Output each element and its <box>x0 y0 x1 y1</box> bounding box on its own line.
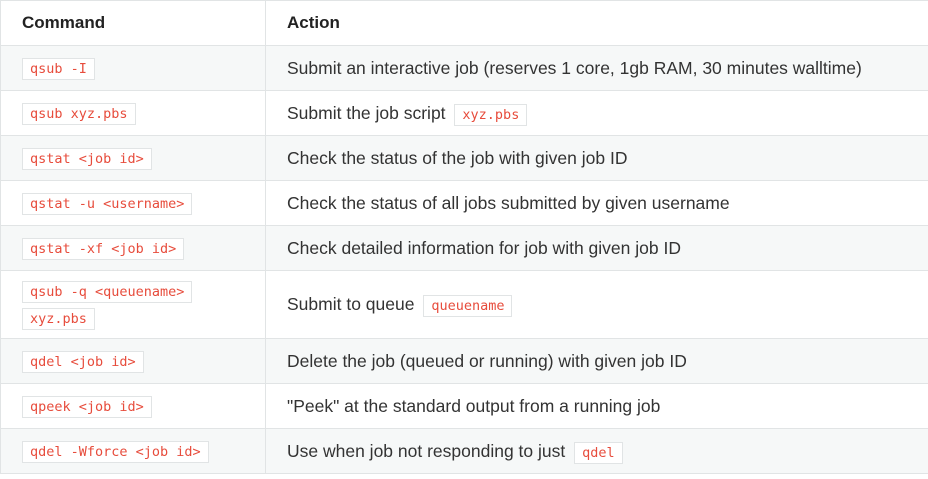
table-row: qsub xyz.pbs Submit the job script xyz.p… <box>0 90 928 136</box>
action-text: Submit to queue <box>287 294 415 314</box>
command-code: qdel -Wforce <job id> <box>22 440 209 463</box>
action-inline-code: queuename <box>423 295 513 317</box>
table-row: qsub -q <queuename> xyz.pbs Submit to que… <box>0 270 928 339</box>
command-cell: qstat -u <username> <box>0 180 266 226</box>
commands-table: Command Action qsub -I Submit an interac… <box>0 0 928 474</box>
action-cell: "Peek" at the standard output from a run… <box>265 383 928 429</box>
command-code: qsub -q <queuename> <box>22 280 193 303</box>
command-code: qstat -xf <job id> <box>22 237 185 260</box>
action-text: Use when job not responding to just <box>287 440 566 461</box>
action-cell: Check the status of all jobs submitted b… <box>265 180 928 226</box>
command-code-continued: xyz.pbs <box>22 307 95 330</box>
command-code: qstat <job id> <box>22 147 152 170</box>
action-cell: Submit the job script xyz.pbs <box>265 90 928 136</box>
column-header-command: Command <box>0 0 266 46</box>
action-cell: Use when job not responding to just qdel <box>265 428 928 474</box>
table-row: qpeek <job id> "Peek" at the standard ou… <box>0 383 928 429</box>
command-code: qpeek <job id> <box>22 395 152 418</box>
command-cell: qdel <job id> <box>0 338 266 384</box>
command-code: qsub -I <box>22 57 95 80</box>
action-cell: Submit to queue queuename <box>265 270 928 339</box>
command-cell: qpeek <job id> <box>0 383 266 429</box>
command-cell: qdel -Wforce <job id> <box>0 428 266 474</box>
command-cell: qsub -q <queuename> xyz.pbs <box>0 270 266 339</box>
command-code: qdel <job id> <box>22 350 144 373</box>
action-cell: Delete the job (queued or running) with … <box>265 338 928 384</box>
action-inline-code: xyz.pbs <box>454 103 528 126</box>
action-cell: Check detailed information for job with … <box>265 225 928 271</box>
command-cell: qstat -xf <job id> <box>0 225 266 271</box>
table-row: qstat -u <username> Check the status of … <box>0 180 928 226</box>
table-row: qstat -xf <job id> Check detailed inform… <box>0 225 928 271</box>
action-inline-code: qdel <box>574 441 623 464</box>
action-cell: Submit an interactive job (reserves 1 co… <box>265 45 928 91</box>
table-row: qsub -I Submit an interactive job (reser… <box>0 45 928 91</box>
command-code: qstat -u <username> <box>22 192 193 215</box>
action-text: Submit the job script <box>287 102 446 123</box>
command-cell: qstat <job id> <box>0 135 266 181</box>
command-code: qsub xyz.pbs <box>22 102 136 125</box>
table-row: qstat <job id> Check the status of the j… <box>0 135 928 181</box>
table-header-row: Command Action <box>0 0 928 46</box>
column-header-action: Action <box>265 0 928 46</box>
table-row: qdel -Wforce <job id> Use when job not r… <box>0 428 928 474</box>
command-cell: qsub xyz.pbs <box>0 90 266 136</box>
table-row: qdel <job id> Delete the job (queued or … <box>0 338 928 384</box>
command-cell: qsub -I <box>0 45 266 91</box>
action-cell: Check the status of the job with given j… <box>265 135 928 181</box>
